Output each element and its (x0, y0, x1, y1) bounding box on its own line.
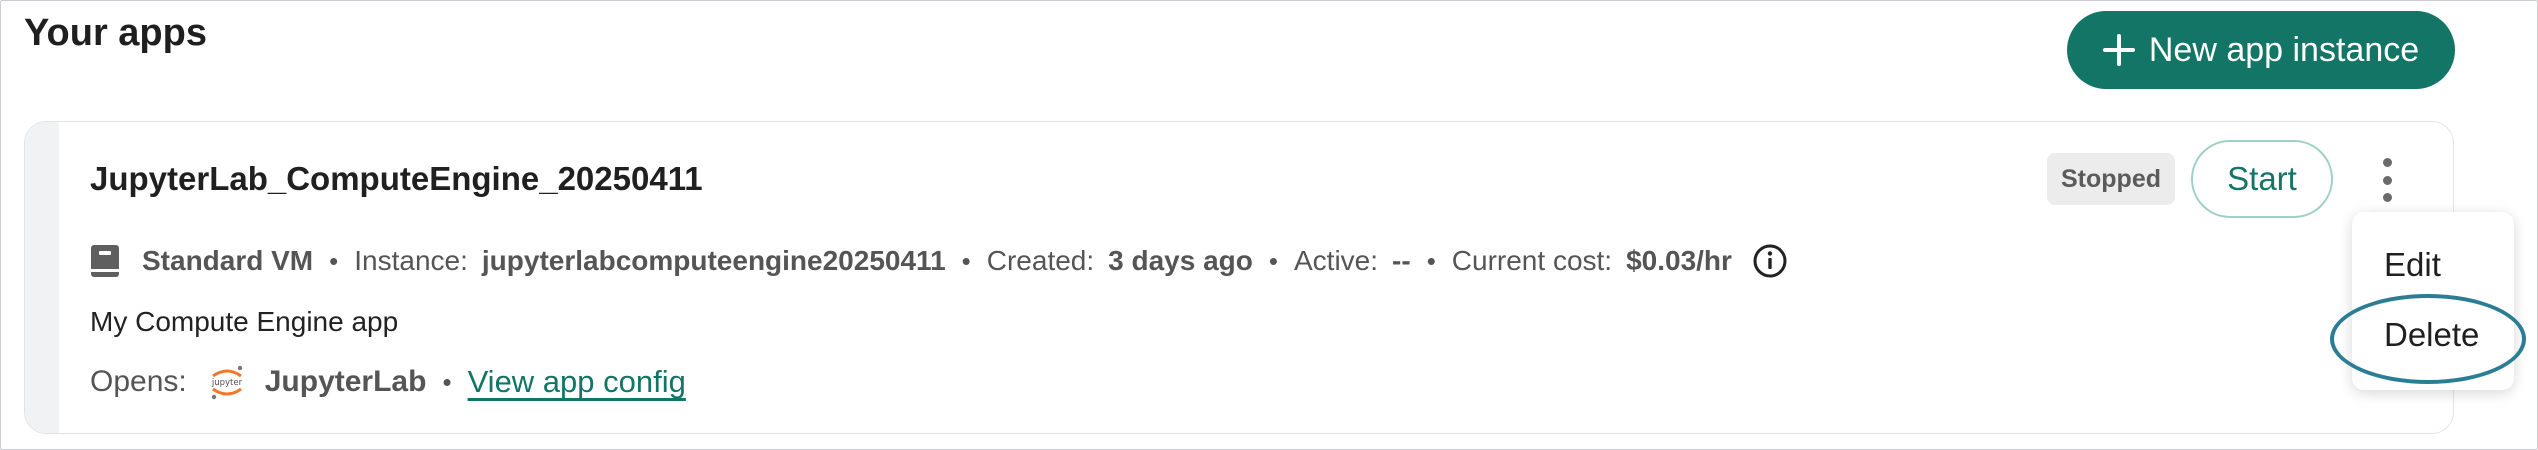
menu-item-delete[interactable]: Delete (2384, 316, 2479, 354)
info-icon[interactable] (1752, 243, 1788, 279)
new-app-instance-button[interactable]: New app instance (2067, 11, 2455, 89)
cost-value: $0.03/hr (1626, 245, 1732, 276)
jupyter-logo-text: jupyter (211, 378, 243, 388)
menu-item-edit[interactable]: Edit (2384, 246, 2441, 284)
opens-label: Opens: (90, 365, 187, 398)
machine-type: Standard VM (142, 245, 314, 276)
card-accent-bar (25, 122, 59, 433)
active-label: Active: (1294, 245, 1379, 276)
app-card: JupyterLab_ComputeEngine_20250411 Stoppe… (24, 121, 2454, 434)
opens-row: Opens: jupyter JupyterLab • View app con… (90, 356, 686, 408)
status-badge: Stopped (2047, 153, 2175, 205)
created-label: Created: (986, 245, 1095, 276)
page-title: Your apps (24, 12, 207, 54)
jupyter-logo-icon: jupyter (211, 365, 243, 400)
separator-dot: • (442, 366, 452, 397)
separator-dot: • (329, 245, 339, 276)
separator-dot: • (1268, 245, 1278, 276)
new-app-instance-label: New app instance (2148, 30, 2420, 69)
created-value: 3 days ago (1108, 245, 1253, 276)
server-icon (91, 245, 119, 277)
active-value: -- (1392, 245, 1411, 276)
app-description: My Compute Engine app (90, 306, 399, 337)
app-metadata: Standard VM • Instance: jupyterlabcomput… (90, 236, 1788, 286)
instance-value: jupyterlabcomputeengine20250411 (481, 245, 946, 276)
view-app-config-link[interactable]: View app config (468, 364, 686, 400)
separator-dot: • (961, 245, 971, 276)
cost-label: Current cost: (1451, 245, 1613, 276)
plus-icon (2102, 34, 2135, 66)
app-actions-menu: Edit Delete (2352, 212, 2514, 390)
instance-label: Instance: (354, 245, 468, 276)
opens-app-name: JupyterLab (264, 365, 427, 398)
start-button[interactable]: Start (2191, 140, 2333, 218)
app-name: JupyterLab_ComputeEngine_20250411 (90, 160, 703, 197)
separator-dot: • (1426, 245, 1436, 276)
kebab-menu-icon[interactable] (2375, 158, 2399, 202)
